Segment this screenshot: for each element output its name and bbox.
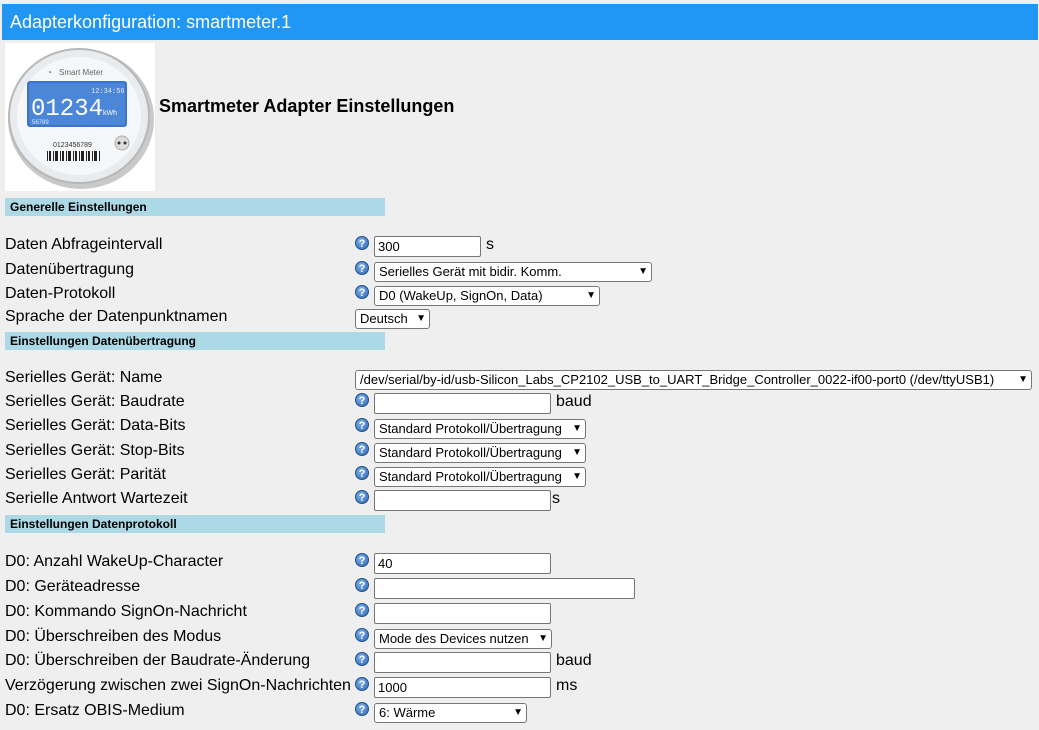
logo-reading: 01234: [31, 96, 103, 123]
help-icon[interactable]: ?: [355, 285, 369, 299]
help-icon[interactable]: ?: [355, 553, 369, 567]
help-icon[interactable]: ?: [355, 490, 369, 504]
databits-value: Standard Protokoll/Übertragung: [379, 421, 562, 436]
protocol-select[interactable]: D0 (WakeUp, SignOn, Data) ▼: [374, 286, 600, 306]
signon-input[interactable]: [374, 603, 551, 624]
serial-name-value: /dev/serial/by-id/usb-Silicon_Labs_CP210…: [360, 372, 995, 387]
chevron-down-icon: ▼: [586, 290, 596, 301]
label-mode: D0: Überschreiben des Modus: [5, 628, 222, 645]
help-icon[interactable]: ?: [355, 628, 369, 642]
mode-value: Mode des Devices nutzen: [379, 631, 529, 646]
baudrate-input[interactable]: [374, 393, 551, 414]
page-heading: Smartmeter Adapter Einstellungen: [159, 96, 455, 116]
mode-select[interactable]: Mode des Devices nutzen ▼: [374, 629, 552, 649]
obis-select[interactable]: 6: Wärme ▼: [374, 703, 527, 723]
label-obis: D0: Ersatz OBIS-Medium: [5, 702, 185, 719]
label-protocol: Daten-Protokoll: [5, 285, 116, 302]
transmission-value: Serielles Gerät mit bidir. Komm.: [379, 264, 562, 279]
label-serial-name: Serielles Gerät: Name: [5, 369, 163, 386]
help-icon[interactable]: ?: [355, 261, 369, 275]
label-signon: D0: Kommando SignOn-Nachricht: [5, 603, 247, 620]
label-baudrate: Serielles Gerät: Baudrate: [5, 393, 185, 410]
help-icon[interactable]: ?: [355, 442, 369, 456]
svg-text:◔: ◔: [47, 68, 52, 77]
parity-select[interactable]: Standard Protokoll/Übertragung ▼: [374, 467, 586, 487]
help-icon[interactable]: ?: [355, 652, 369, 666]
help-icon[interactable]: ?: [355, 418, 369, 432]
language-value: Deutsch: [360, 311, 408, 326]
smartmeter-logo-image: ◔ Smart Meter 12:34:56 01234 kWh 56789 0…: [8, 48, 154, 189]
baudchange-unit: baud: [556, 652, 592, 669]
baudchange-input[interactable]: [374, 652, 551, 673]
logo-unit: kWh: [103, 110, 117, 117]
wakeup-input[interactable]: 40: [374, 553, 551, 574]
parity-value: Standard Protokoll/Übertragung: [379, 469, 562, 484]
help-icon[interactable]: ?: [355, 578, 369, 592]
serial-name-select[interactable]: /dev/serial/by-id/usb-Silicon_Labs_CP210…: [355, 370, 1032, 390]
chevron-down-icon: ▼: [1018, 374, 1028, 385]
label-address: D0: Geräteadresse: [5, 578, 141, 595]
logo-serial: 0123456789: [53, 142, 92, 149]
interval-input[interactable]: 300: [374, 236, 481, 257]
help-icon[interactable]: ?: [355, 466, 369, 480]
logo-brand: Smart Meter: [59, 68, 103, 77]
chevron-down-icon: ▼: [572, 471, 582, 482]
chevron-down-icon: ▼: [513, 707, 523, 718]
smartmeter-logo: ◔ Smart Meter 12:34:56 01234 kWh 56789 0…: [5, 43, 155, 191]
label-wakeup: D0: Anzahl WakeUp-Character: [5, 553, 224, 570]
section-general: Generelle Einstellungen: [5, 198, 385, 216]
wait-unit: s: [552, 490, 560, 507]
interval-unit: s: [486, 236, 494, 253]
logo-time: 12:34:56: [91, 88, 125, 96]
help-icon[interactable]: ?: [355, 677, 369, 691]
obis-value: 6: Wärme: [379, 705, 436, 720]
delay-input[interactable]: 1000: [374, 677, 551, 698]
wait-input[interactable]: [374, 490, 551, 511]
label-language: Sprache der Datenpunktnamen: [5, 308, 228, 325]
label-wait: Serielle Antwort Wartezeit: [5, 490, 188, 507]
section-transfer: Einstellungen Datenübertragung: [5, 332, 385, 350]
section-protocol: Einstellungen Datenprotokoll: [5, 515, 385, 533]
window-title: Adapterkonfiguration: smartmeter.1: [2, 4, 1038, 40]
label-transmission: Datenübertragung: [5, 261, 134, 278]
chevron-down-icon: ▼: [416, 313, 426, 324]
address-input[interactable]: [374, 578, 635, 599]
chevron-down-icon: ▼: [538, 633, 548, 644]
label-delay: Verzögerung zwischen zwei SignOn-Nachric…: [5, 677, 351, 694]
help-icon[interactable]: ?: [355, 236, 369, 250]
help-icon[interactable]: ?: [355, 393, 369, 407]
label-interval: Daten Abfrageintervall: [5, 236, 163, 253]
chevron-down-icon: ▼: [638, 266, 648, 277]
help-icon[interactable]: ?: [355, 702, 369, 716]
chevron-down-icon: ▼: [572, 423, 582, 434]
protocol-value: D0 (WakeUp, SignOn, Data): [379, 288, 543, 303]
stopbits-select[interactable]: Standard Protokoll/Übertragung ▼: [374, 443, 586, 463]
label-baudchange: D0: Überschreiben der Baudrate-Änderung: [5, 652, 311, 669]
help-icon[interactable]: ?: [355, 603, 369, 617]
logo-sub: 56789: [32, 120, 49, 126]
databits-select[interactable]: Standard Protokoll/Übertragung ▼: [374, 419, 586, 439]
baudrate-unit: baud: [556, 393, 592, 410]
delay-unit: ms: [556, 677, 578, 694]
label-stopbits: Serielles Gerät: Stop-Bits: [5, 442, 185, 459]
transmission-select[interactable]: Serielles Gerät mit bidir. Komm. ▼: [374, 262, 652, 282]
language-select[interactable]: Deutsch ▼: [355, 309, 430, 329]
label-databits: Serielles Gerät: Data-Bits: [5, 417, 186, 434]
chevron-down-icon: ▼: [572, 447, 582, 458]
stopbits-value: Standard Protokoll/Übertragung: [379, 445, 562, 460]
label-parity: Serielles Gerät: Parität: [5, 466, 166, 483]
